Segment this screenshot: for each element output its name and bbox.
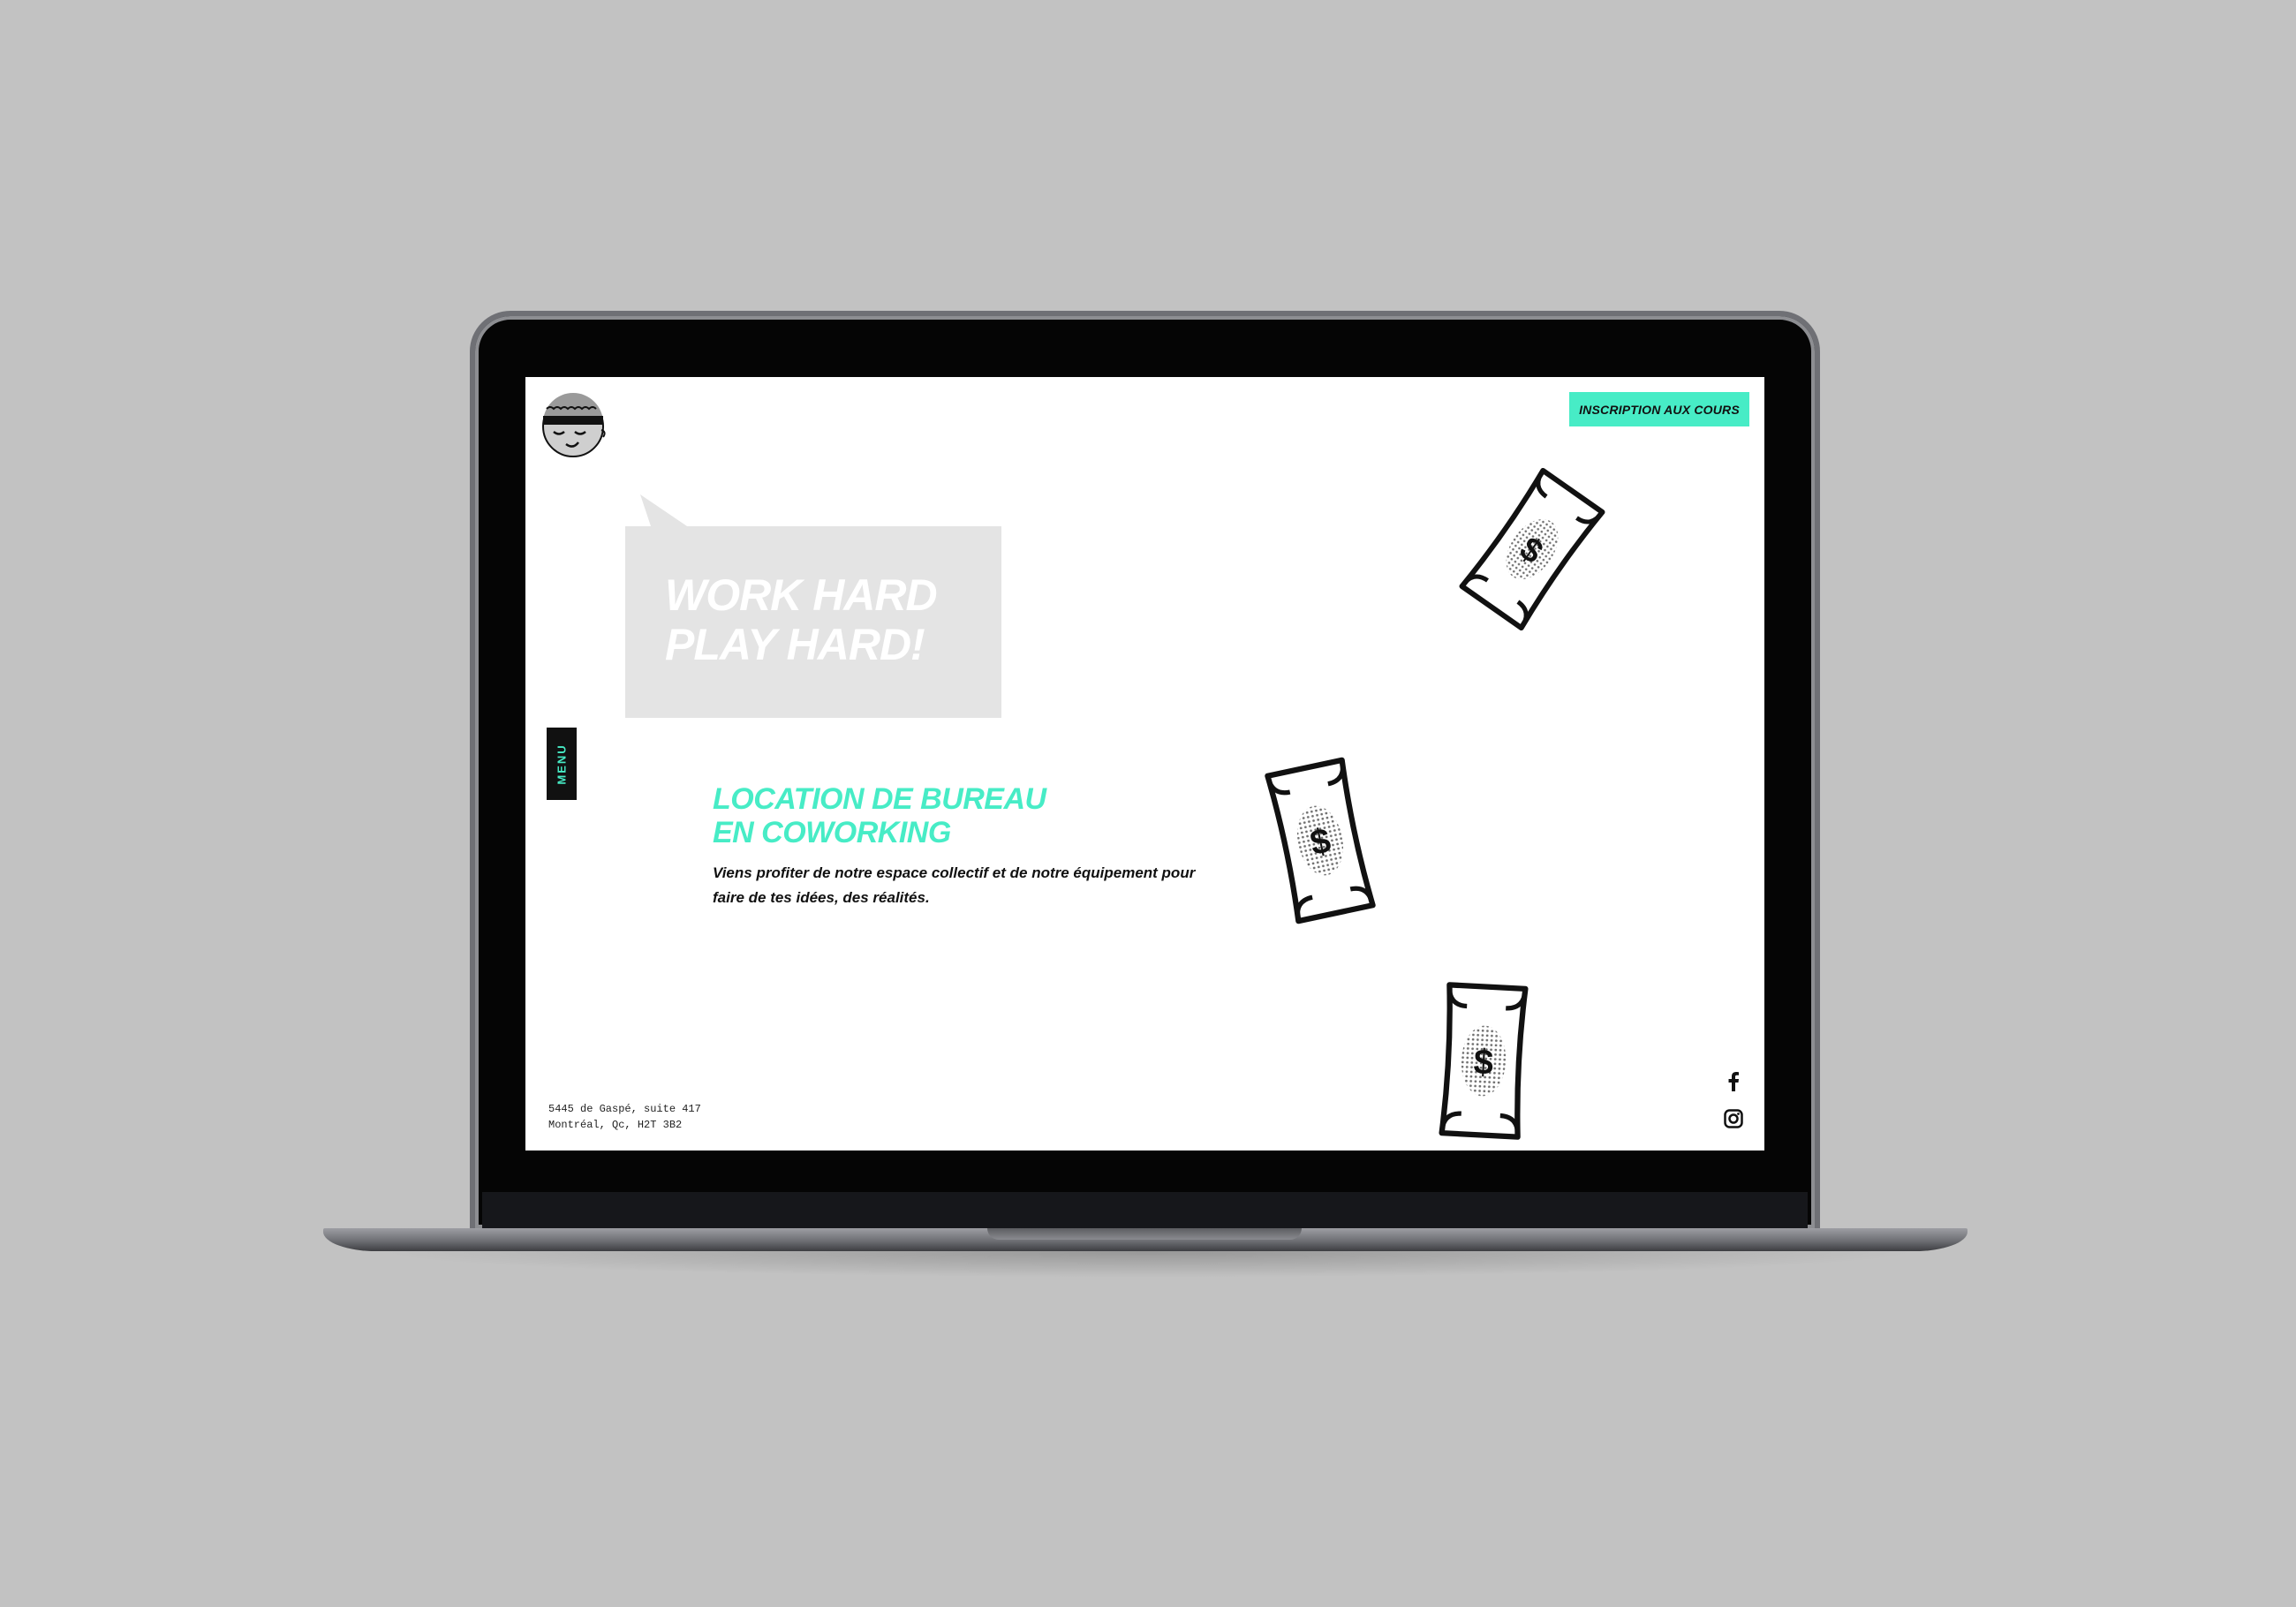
laptop-shadow bbox=[371, 1251, 1925, 1278]
logo-face-icon[interactable] bbox=[540, 389, 610, 460]
hero-slogan-line1: WORK HARD bbox=[665, 570, 938, 620]
hero-slogan-line2: PLAY HARD! bbox=[665, 620, 925, 669]
address-line2: Montréal, Qc, H2T 3B2 bbox=[548, 1119, 683, 1131]
dollar-bill-icon bbox=[1250, 748, 1391, 933]
address-line1: 5445 de Gaspé, suite 417 bbox=[548, 1103, 701, 1115]
dollar-bill-icon bbox=[1422, 977, 1545, 1151]
laptop-bezel-bottom bbox=[482, 1192, 1808, 1228]
menu-label: MENU bbox=[555, 743, 569, 785]
course-registration-button[interactable]: INSCRIPTION AUX COURS bbox=[1569, 392, 1749, 426]
hero-slogan: WORK HARD PLAY HARD! bbox=[665, 570, 938, 669]
laptop-hinge-notch bbox=[987, 1228, 1302, 1240]
speech-bubble: WORK HARD PLAY HARD! bbox=[625, 526, 1001, 718]
section-heading-line2: EN COWORKING bbox=[713, 816, 951, 849]
footer-address: 5445 de Gaspé, suite 417 Montréal, Qc, H… bbox=[548, 1101, 701, 1133]
dollar-bill-icon bbox=[1457, 461, 1607, 638]
website-screen: INSCRIPTION AUX COURS WORK HARD PLAY HAR… bbox=[525, 377, 1764, 1151]
instagram-link[interactable] bbox=[1722, 1107, 1745, 1130]
section-description: Viens profiter de notre espace collectif… bbox=[713, 864, 1196, 906]
section-heading-line1: LOCATION DE BUREAU bbox=[713, 782, 1046, 816]
menu-toggle-button[interactable]: MENU bbox=[547, 728, 577, 800]
section-heading: LOCATION DE BUREAU EN COWORKING bbox=[713, 782, 1046, 849]
facebook-icon bbox=[1728, 1072, 1739, 1091]
instagram-icon bbox=[1724, 1109, 1743, 1128]
facebook-link[interactable] bbox=[1722, 1070, 1745, 1093]
